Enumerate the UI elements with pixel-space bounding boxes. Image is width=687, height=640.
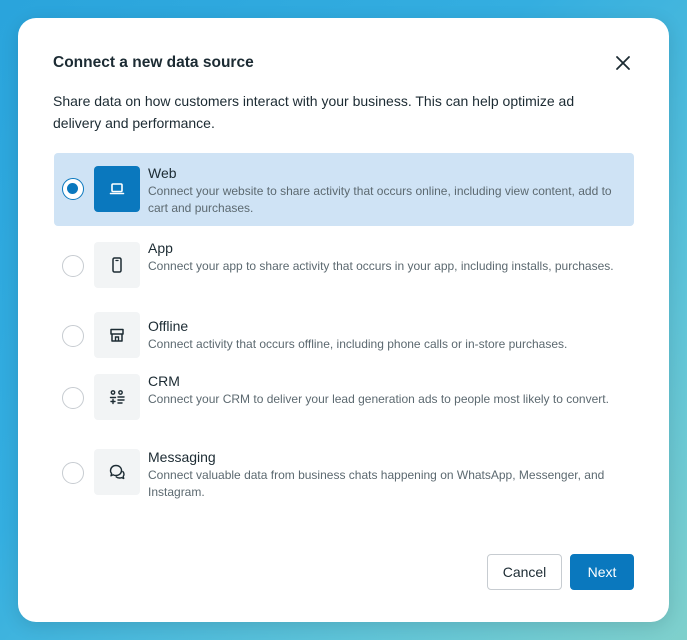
- option-description: Connect valuable data from business chat…: [148, 468, 605, 499]
- messaging-icon-box: [94, 449, 140, 495]
- option-title: Messaging: [148, 449, 216, 465]
- radio-app[interactable]: [62, 255, 84, 277]
- option-web[interactable]: Web Connect your website to share activi…: [54, 153, 634, 226]
- crm-icon-box: [94, 374, 140, 420]
- mobile-phone-icon: [112, 257, 122, 273]
- radio-offline[interactable]: [62, 325, 84, 347]
- option-description: Connect activity that occurs offline, in…: [148, 337, 568, 351]
- radio-web[interactable]: [62, 178, 84, 200]
- cancel-button[interactable]: Cancel: [487, 554, 562, 590]
- close-icon: [616, 56, 630, 70]
- dialog-description: Share data on how customers interact wit…: [53, 93, 575, 131]
- offline-icon-box: [94, 312, 140, 358]
- option-crm[interactable]: CRM Connect your CRM to deliver your lea…: [54, 365, 634, 442]
- radio-crm[interactable]: [62, 387, 84, 409]
- option-title: Offline: [148, 318, 189, 334]
- storefront-icon: [110, 328, 124, 342]
- option-description: Connect your CRM to deliver your lead ge…: [148, 392, 609, 406]
- radio-messaging[interactable]: [62, 462, 84, 484]
- option-description: Connect your website to share activity t…: [148, 184, 612, 215]
- option-offline[interactable]: Offline Connect activity that occurs off…: [54, 305, 634, 365]
- dialog-title: Connect a new data source: [53, 54, 254, 71]
- option-messaging[interactable]: Messaging Connect valuable data from bus…: [54, 442, 634, 514]
- chat-bubbles-icon: [109, 464, 125, 480]
- option-description: Connect your app to share activity that …: [148, 259, 614, 273]
- option-title: CRM: [148, 373, 180, 389]
- option-title: App: [148, 240, 173, 256]
- app-icon-box: [94, 242, 140, 288]
- laptop-icon: [109, 183, 125, 195]
- option-title: Web: [148, 165, 177, 181]
- crm-sliders-icon: [109, 390, 125, 405]
- close-button[interactable]: [613, 53, 633, 73]
- web-icon-box: [94, 166, 140, 212]
- option-app[interactable]: App Connect your app to share activity t…: [54, 228, 634, 305]
- data-source-options: Web Connect your website to share activi…: [54, 153, 634, 514]
- next-button[interactable]: Next: [570, 554, 634, 590]
- connect-data-source-dialog: Connect a new data source Share data on …: [18, 18, 669, 622]
